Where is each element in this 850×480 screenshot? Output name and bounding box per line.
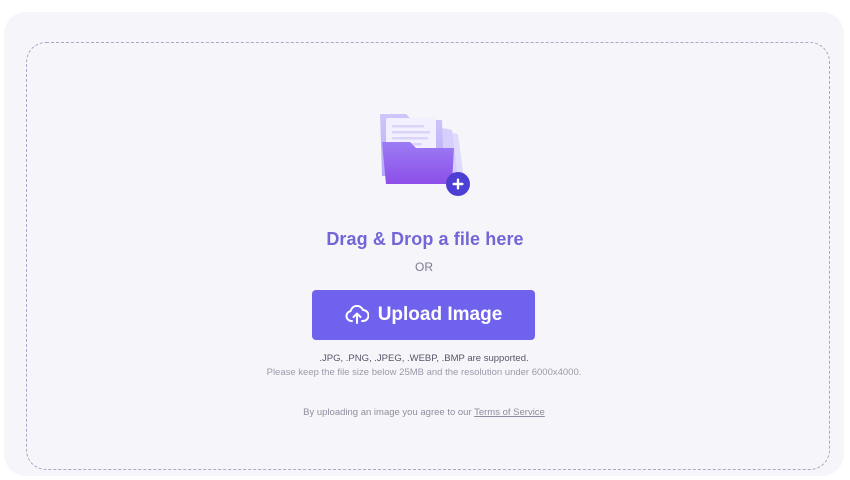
terms-prefix: By uploading an image you agree to our [303, 407, 475, 418]
folder-add-icon [380, 114, 470, 196]
drop-zone[interactable] [26, 42, 830, 470]
terms-notice: By uploading an image you agree to our T… [0, 407, 848, 418]
or-separator: OR [415, 260, 433, 274]
supported-formats-text: .JPG, .PNG, .JPEG, .WEBP, .BMP are suppo… [319, 353, 529, 364]
file-limits-text: Please keep the file size below 25MB and… [266, 367, 582, 378]
cloud-upload-icon [345, 305, 369, 325]
terms-of-service-link[interactable]: Terms of Service [474, 407, 545, 418]
drop-title: Drag & Drop a file here [326, 229, 524, 249]
upload-button-label: Upload Image [377, 304, 503, 325]
upload-image-button[interactable]: Upload Image [312, 290, 535, 340]
